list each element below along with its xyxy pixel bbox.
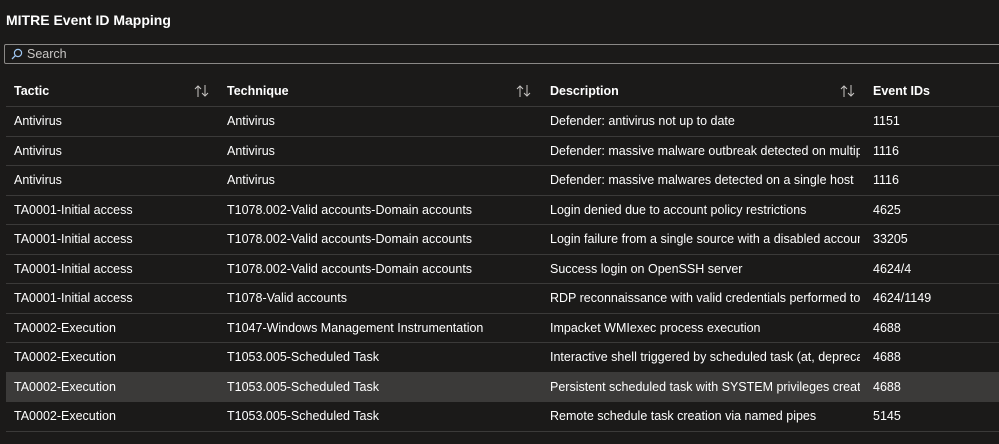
table-row[interactable]: TA0001-Initial access T1078.002-Valid acc… [6, 225, 999, 255]
column-header-tactic[interactable]: Tactic [14, 76, 194, 106]
sort-icon[interactable] [194, 84, 210, 98]
column-header-description[interactable]: Description [550, 76, 860, 106]
table-row[interactable]: TA0001-Initial access T1078-Valid account… [6, 284, 999, 314]
cell-tactic: Antivirus [14, 143, 62, 158]
cell-description: Defender: massive malwares detected on a… [550, 173, 854, 188]
cell-event-ids: 33205 [873, 232, 908, 247]
cell-technique: Antivirus [227, 173, 275, 188]
cell-description: Persistent scheduled task with SYSTEM pr… [550, 379, 860, 394]
table-row[interactable]: Antivirus Antivirus Defender: massive malw… [6, 137, 999, 166]
cell-description: Impacket WMIexec process execution [550, 320, 761, 335]
table-row[interactable]: Antivirus Antivirus Defender: massive malw… [6, 166, 999, 196]
cell-tactic: TA0002-Execution [14, 379, 116, 394]
cell-event-ids: 4688 [873, 379, 901, 394]
cell-event-ids: 4624/4 [873, 261, 912, 276]
cell-technique: T1047-Windows Management Instrumentation [227, 320, 484, 335]
column-header-technique[interactable]: Technique [227, 76, 512, 106]
cell-description: Success login on OpenSSH server [550, 261, 743, 276]
table-row[interactable]: TA0002-Execution T1053.005-Scheduled Task… [6, 402, 999, 432]
cell-description: Interactive shell triggered by scheduled… [550, 350, 860, 365]
table-row[interactable]: TA0002-Execution T1053.005-Scheduled Task… [6, 372, 999, 402]
cell-tactic: Antivirus [14, 173, 62, 188]
table-row[interactable]: TA0002-Execution T1047-Windows Management… [6, 314, 999, 343]
cell-tactic: TA0001-Initial access [14, 232, 133, 247]
cell-event-ids: 4688 [873, 320, 901, 335]
table-row[interactable]: TA0002-Execution T1053.005-Scheduled Task… [6, 343, 999, 373]
cell-technique: Antivirus [227, 114, 275, 129]
cell-event-ids: 4624/1149 [873, 291, 932, 306]
cell-technique: T1078.002-Valid accounts-Domain accounts [227, 261, 473, 276]
sort-icon[interactable] [840, 84, 856, 98]
cell-description: Login failure from a single source with … [550, 232, 860, 247]
cell-technique: T1078.002-Valid accounts-Domain accounts [227, 232, 473, 247]
table-row[interactable]: TA0001-Initial access T1078.002-Valid acc… [6, 196, 999, 225]
cell-event-ids: 4625 [873, 202, 901, 217]
search-input[interactable] [27, 46, 927, 62]
table-row[interactable]: Antivirus Antivirus Defender: antivirus no… [6, 107, 999, 137]
cell-technique: Antivirus [227, 143, 275, 158]
table-row[interactable]: TA0001-Initial access T1078.002-Valid acc… [6, 255, 999, 284]
cell-description: Defender: massive malware outbreak detec… [550, 143, 860, 158]
table-header-row: Tactic Technique Description Event IDs [6, 76, 999, 107]
cell-event-ids: 4688 [873, 350, 901, 365]
cell-event-ids: 1116 [873, 143, 899, 158]
cell-technique: T1078.002-Valid accounts-Domain accounts [227, 202, 473, 217]
event-id-table: Tactic Technique Description Event IDs A… [6, 76, 999, 432]
cell-event-ids: 5145 [873, 409, 901, 424]
cell-description: Login denied due to account policy restr… [550, 202, 807, 217]
cell-technique: T1053.005-Scheduled Task [227, 409, 379, 424]
column-header-event-ids[interactable]: Event IDs [873, 76, 999, 106]
search-icon [11, 48, 23, 60]
search-box[interactable] [4, 44, 999, 64]
cell-tactic: TA0001-Initial access [14, 291, 133, 306]
page-title: MITRE Event ID Mapping [6, 12, 171, 28]
cell-tactic: TA0002-Execution [14, 320, 116, 335]
sort-icon[interactable] [516, 84, 532, 98]
cell-technique: T1053.005-Scheduled Task [227, 350, 379, 365]
cell-event-ids: 1151 [873, 114, 900, 129]
cell-event-ids: 1116 [873, 173, 899, 188]
cell-technique: T1078-Valid accounts [227, 291, 347, 306]
cell-tactic: TA0001-Initial access [14, 202, 133, 217]
cell-tactic: TA0002-Execution [14, 409, 116, 424]
cell-description: RDP reconnaissance with valid credential… [550, 291, 860, 306]
cell-description: Defender: antivirus not up to date [550, 114, 735, 129]
cell-description: Remote schedule task creation via named … [550, 409, 817, 424]
cell-technique: T1053.005-Scheduled Task [227, 379, 379, 394]
cell-tactic: TA0002-Execution [14, 350, 116, 365]
cell-tactic: Antivirus [14, 114, 62, 129]
cell-tactic: TA0001-Initial access [14, 261, 133, 276]
